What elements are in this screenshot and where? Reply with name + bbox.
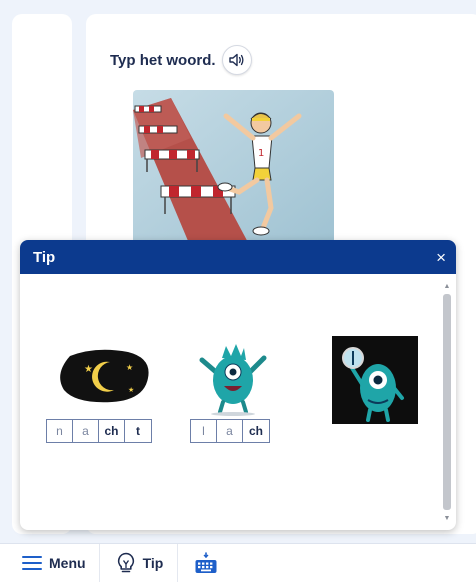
exercise-picture: 1 [131, 88, 336, 248]
moon-night-icon: ★ ★ ★ [56, 346, 152, 409]
svg-text:1: 1 [258, 148, 264, 159]
laughing-monster-icon [198, 338, 268, 421]
instruction-row: Typ het woord. [110, 45, 252, 75]
speaker-icon [228, 53, 244, 67]
svg-text:★: ★ [126, 363, 133, 372]
letter-box: a [217, 420, 243, 442]
runner-hurdles-illustration: 1 [133, 90, 334, 248]
monster-magnifier-icon [332, 336, 418, 429]
letter-row-word-1: n a ch t [46, 419, 152, 443]
letter-box: ch [99, 420, 125, 442]
tip-label: Tip [142, 555, 164, 571]
scroll-thumb[interactable] [443, 294, 451, 510]
keyboard-icon [195, 552, 217, 573]
tip-body: ★ ★ ★ n a ch t l a ch ▲ ▼ [20, 274, 456, 530]
hamburger-icon [22, 556, 42, 570]
tip-title: Tip [33, 248, 56, 266]
svg-text:★: ★ [128, 386, 134, 394]
tip-header: Tip × [20, 240, 456, 274]
letter-box: a [73, 420, 99, 442]
menu-label: Menu [49, 555, 86, 571]
close-tip-button[interactable]: × [436, 249, 446, 266]
tip-dialog: Tip × ★ ★ ★ n a ch t l a ch ▲ ▼ [20, 240, 456, 530]
tip-scrollbar[interactable]: ▲ ▼ [441, 280, 453, 524]
letter-box: ch [248, 424, 263, 438]
keyboard-button[interactable] [178, 544, 232, 582]
bottom-toolbar: Menu Tip [0, 543, 476, 582]
letter-box: t [136, 424, 140, 438]
letter-box: l [191, 420, 217, 442]
play-audio-button[interactable] [221, 45, 252, 75]
lightbulb-icon [117, 552, 134, 573]
svg-text:★: ★ [84, 364, 93, 375]
instruction-text: Typ het woord. [110, 51, 216, 69]
tip-button[interactable]: Tip [100, 544, 179, 582]
menu-button[interactable]: Menu [0, 544, 100, 582]
scroll-down-icon[interactable]: ▼ [441, 512, 453, 524]
letter-row-word-2: l a ch [190, 419, 270, 443]
scroll-up-icon[interactable]: ▲ [441, 280, 453, 292]
letter-box: n [47, 420, 73, 442]
